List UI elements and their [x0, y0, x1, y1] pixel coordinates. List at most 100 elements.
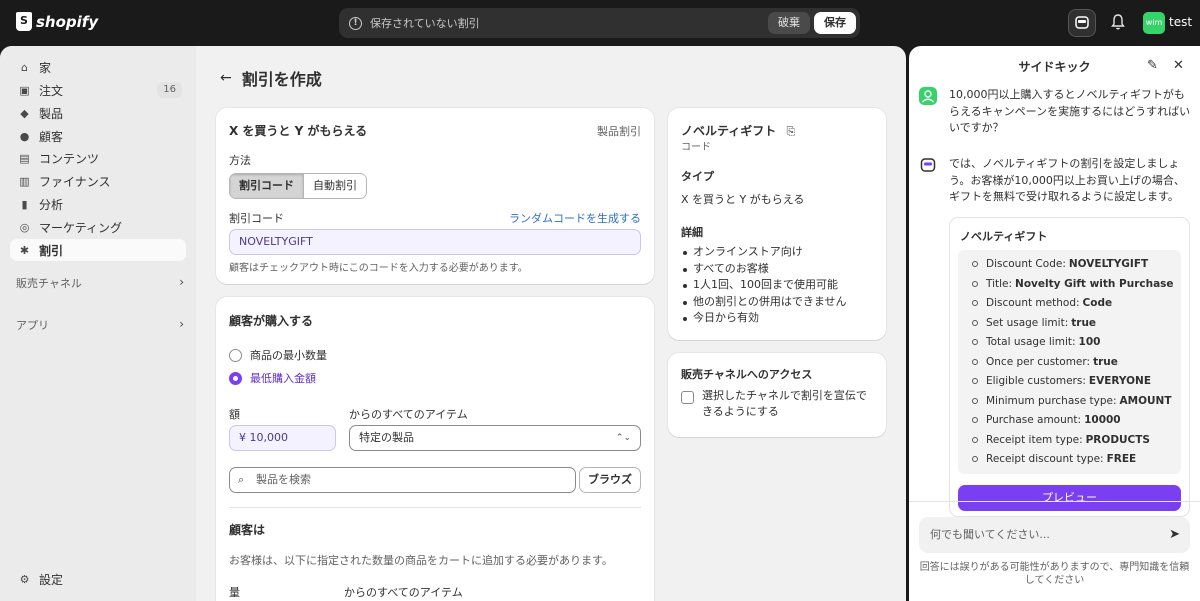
- send-icon[interactable]: ➤: [1169, 517, 1180, 553]
- setting-item: Total usage limit: 100: [972, 336, 1100, 348]
- summary-title-text: ノベルティギフト: [681, 124, 777, 138]
- generate-code-link[interactable]: ランダムコードを生成する: [509, 210, 641, 226]
- finance-icon: ▥: [19, 174, 30, 188]
- summary-card: ノベルティギフト ⎘ コード タイプ X を買うと Y がもらえる 詳細 オンラ…: [668, 108, 886, 340]
- save-button[interactable]: 保存: [814, 12, 856, 34]
- details-list: オンラインストア向け すべてのお客様 1人1回、100回まで使用可能 他の割引と…: [681, 244, 847, 327]
- card-title: X を買うと Y がもらえる: [229, 124, 368, 138]
- page-title: 割引を作成: [241, 70, 322, 89]
- bell-icon[interactable]: [1110, 13, 1126, 31]
- sidebar-item-discounts[interactable]: ✱ 割引: [10, 239, 186, 261]
- sidebar-item-products[interactable]: ◆ 製品: [10, 102, 186, 124]
- setting-value: Novelty Gift with Purchase: [1015, 277, 1174, 290]
- setting-key: Purchase amount:: [986, 414, 1082, 426]
- section-label: 販売チャネル: [16, 277, 82, 290]
- sidebar-item-content[interactable]: ▤ コンテンツ: [10, 147, 186, 169]
- customers-icon: ●: [19, 129, 30, 143]
- radio-dot-selected: [229, 371, 242, 385]
- method-code-option[interactable]: 割引コード: [230, 174, 303, 198]
- discard-button[interactable]: 破棄: [768, 12, 810, 34]
- channel-checkbox[interactable]: [681, 391, 694, 404]
- gear-icon: ⚙: [19, 572, 30, 586]
- shopify-logo[interactable]: shopify: [16, 12, 98, 31]
- method-segmented-control: 割引コード 自動割引: [229, 173, 367, 199]
- detail-item: オンラインストア向け: [681, 244, 847, 261]
- setting-item: Receipt discount type: FREE: [972, 453, 1136, 465]
- sidebar-section-sales-channels[interactable]: 販売チャネル ›: [16, 275, 184, 291]
- min-amount-radio[interactable]: 最低購入金額: [229, 370, 316, 386]
- amount-input[interactable]: ¥ 10,000: [229, 425, 336, 451]
- setting-key: Discount Code:: [986, 258, 1066, 270]
- setting-value: AMOUNT: [1119, 394, 1172, 407]
- clipboard-icon[interactable]: ⎘: [786, 125, 795, 138]
- sidebar-item-customers[interactable]: ● 顧客: [10, 125, 186, 147]
- sidebar-item-label: ファイナンス: [39, 174, 111, 189]
- channel-title: 販売チャネルへのアクセス: [681, 368, 813, 381]
- setting-key: Once per customer:: [986, 355, 1091, 368]
- detail-item: 今日から有効: [681, 310, 847, 327]
- customer-gets-description: お客様は、以下に指定された数量の商品をカートに追加する必要があります。: [229, 554, 613, 567]
- back-arrow-icon[interactable]: ←: [220, 70, 232, 86]
- setting-value: true: [1093, 355, 1118, 368]
- setting-key: Minimum purchase type:: [986, 394, 1117, 407]
- logo-text: shopify: [36, 12, 99, 31]
- chat-input-placeholder: 何でも聞いてください...: [930, 528, 1050, 541]
- sidebar-item-label: マーケティング: [39, 220, 123, 235]
- sidebar-item-marketing[interactable]: ◎ マーケティング: [10, 216, 186, 238]
- quantity-label: 量: [229, 586, 240, 599]
- sidebar-item-settings[interactable]: ⚙ 設定: [10, 568, 186, 590]
- divider: [909, 501, 1200, 502]
- sidebar-item-home[interactable]: ⌂ 家: [10, 56, 186, 78]
- code-label: 割引コード: [229, 212, 284, 225]
- chat-input[interactable]: 何でも聞いてください... ➤: [919, 517, 1190, 553]
- product-search-input[interactable]: ⌕ 製品を検索: [229, 467, 576, 493]
- setting-item: Discount Code: NOVELTYGIFT: [972, 258, 1148, 270]
- discount-code-input[interactable]: NOVELTYGIFT: [229, 229, 641, 255]
- details-heading: 詳細: [681, 226, 703, 239]
- items-from-label: からのすべてのアイテム: [349, 408, 468, 421]
- sidebar-item-orders[interactable]: ▣ 注文 16: [10, 79, 186, 101]
- method-automatic-option[interactable]: 自動割引: [303, 174, 366, 198]
- marketing-icon: ◎: [19, 220, 30, 234]
- setting-value: FREE: [1106, 453, 1137, 465]
- browse-button[interactable]: ブラウズ: [579, 467, 641, 493]
- preview-button[interactable]: プレビュー: [958, 485, 1181, 511]
- setting-value: true: [1071, 316, 1097, 329]
- setting-key: Receipt discount type:: [986, 453, 1104, 465]
- sales-channel-card: 販売チャネルへのアクセス 選択したチャネルで割引を宣伝できるようにする: [668, 353, 886, 437]
- top-bar: shopify ! 保存されていない割引 破棄 保存 wim test: [0, 0, 1200, 46]
- sidebar-item-finance[interactable]: ▥ ファイナンス: [10, 170, 186, 192]
- discount-method-card: X を買うと Y がもらえる 製品割引 方法 割引コード 自動割引 割引コード …: [216, 108, 654, 284]
- detail-item: 1人1回、100回まで使用可能: [681, 277, 847, 294]
- min-quantity-radio[interactable]: 商品の最小数量: [229, 347, 327, 363]
- store-avatar[interactable]: wim: [1143, 12, 1165, 34]
- setting-key: Receipt item type:: [986, 433, 1083, 446]
- detail-item: 他の割引との併用はできません: [681, 294, 847, 311]
- setting-item: Minimum purchase type: AMOUNT: [972, 395, 1172, 407]
- sidebar-item-label: 割引: [39, 243, 64, 258]
- store-name[interactable]: test: [1169, 15, 1192, 29]
- radio-label: 商品の最小数量: [250, 349, 327, 362]
- home-icon: ⌂: [21, 60, 28, 74]
- divider: [229, 507, 641, 508]
- setting-value: 100: [1078, 336, 1101, 348]
- setting-value: NOVELTYGIFT: [1068, 258, 1149, 270]
- card-title: 顧客が購入する: [229, 314, 314, 328]
- info-icon: !: [349, 16, 362, 30]
- setting-item: Set usage limit: true: [972, 317, 1096, 329]
- search-placeholder: 製品を検索: [256, 473, 311, 486]
- setting-value: PRODUCTS: [1085, 433, 1150, 446]
- new-chat-icon[interactable]: ✎: [1147, 58, 1158, 73]
- sidebar-section-apps[interactable]: アプリ ›: [16, 317, 184, 333]
- channel-checkbox-label: 選択したチャネルで割引を宣伝できるようにする: [702, 389, 867, 418]
- type-value: X を買うと Y がもらえる: [681, 193, 805, 206]
- items-select[interactable]: 特定の製品 ⌃⌄: [349, 425, 641, 451]
- content-icon: ▤: [19, 151, 30, 165]
- sidebar-item-label: 製品: [39, 106, 64, 121]
- setting-item: Eligible customers: EVERYONE: [972, 375, 1151, 387]
- close-icon[interactable]: ✕: [1173, 58, 1184, 73]
- sidekick-toggle-icon[interactable]: [1068, 9, 1096, 37]
- sidebar-item-label: コンテンツ: [39, 151, 100, 166]
- sidebar-item-analytics[interactable]: ▮ 分析: [10, 193, 186, 215]
- setting-item: Receipt item type: PRODUCTS: [972, 434, 1150, 446]
